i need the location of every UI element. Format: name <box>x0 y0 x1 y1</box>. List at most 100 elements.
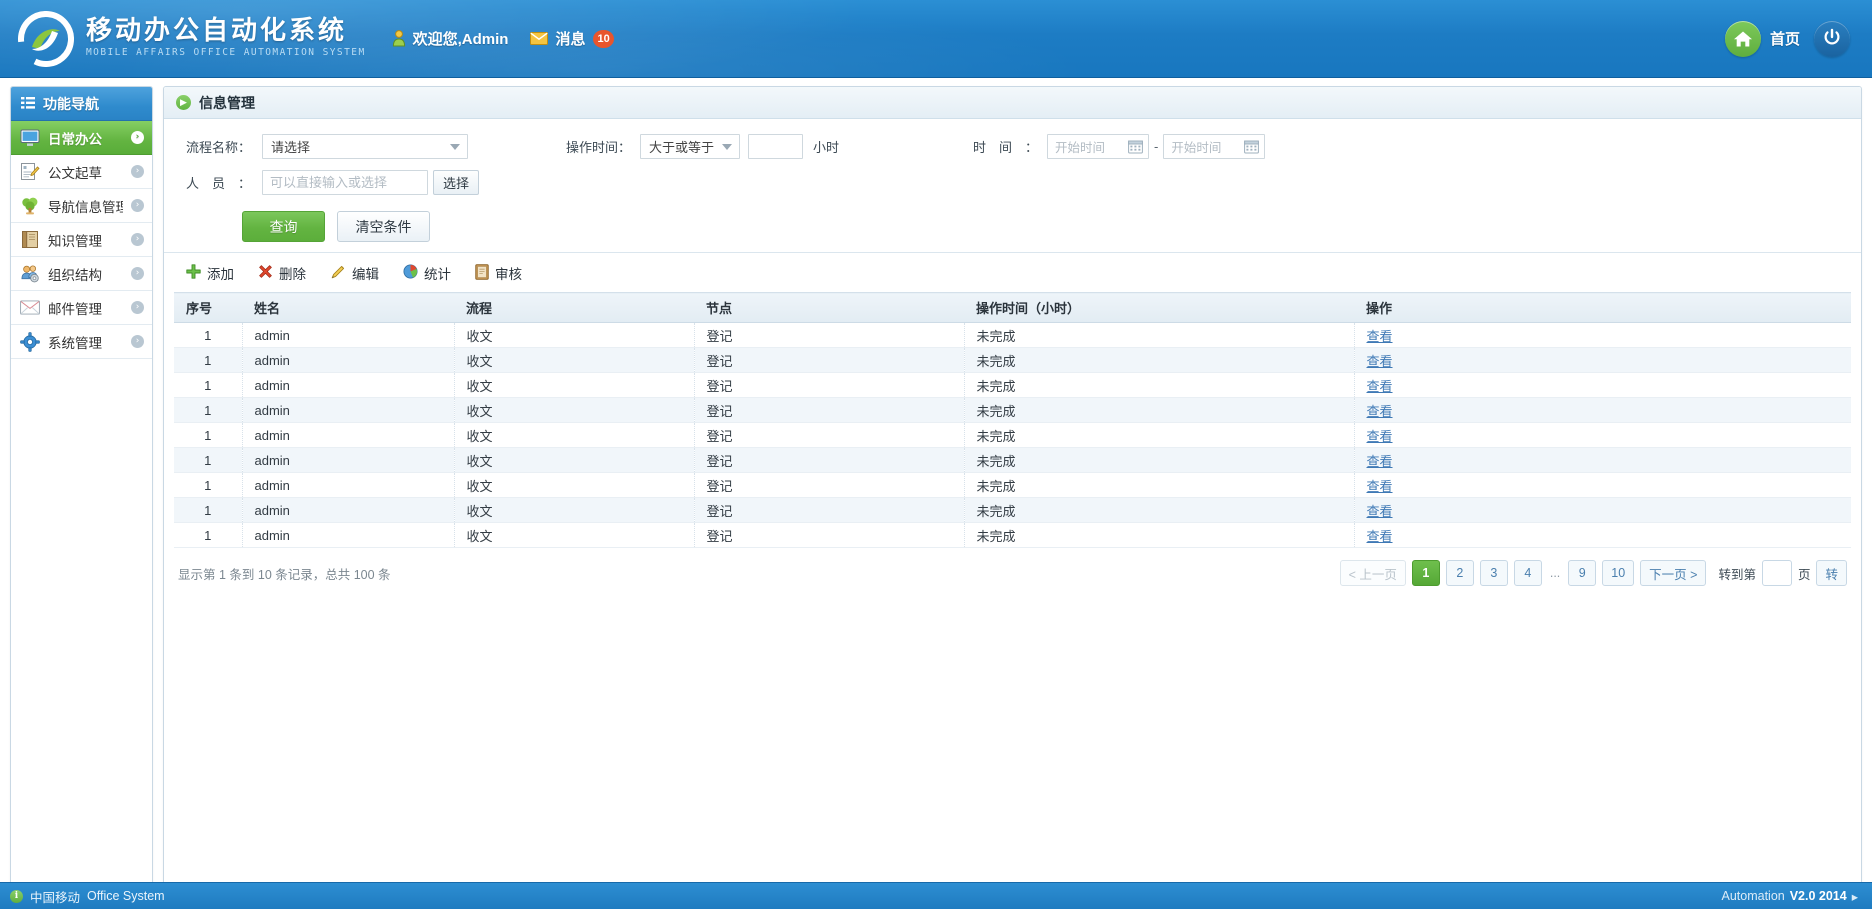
delete-button-label: 删除 <box>279 267 306 282</box>
delete-button[interactable]: 删除 <box>258 263 306 283</box>
cell-c-idx: 1 <box>174 372 243 398</box>
cell-c-idx: 1 <box>174 347 243 373</box>
sidebar-item-nav-info[interactable]: 导航信息管理 › <box>11 189 152 223</box>
filter-buttons: 查询 清空条件 <box>242 211 1839 242</box>
sidebar-item-document-draft[interactable]: 公文起草 › <box>11 155 152 189</box>
view-link[interactable]: 查看 <box>1367 429 1393 444</box>
home-button[interactable]: 首页 <box>1724 20 1800 57</box>
op-time-operator-select[interactable]: 大于或等于 <box>640 133 740 159</box>
person-select-button[interactable]: 选择 <box>433 169 480 195</box>
view-link[interactable]: 查看 <box>1367 329 1393 344</box>
flow-name-label: 流程名称： <box>186 139 252 155</box>
col-node: 节点 <box>694 292 964 323</box>
sidebar-item-label: 邮件管理 <box>48 301 102 317</box>
cell-c-name: admin <box>242 397 455 423</box>
app-footer: i 中国移动 Office System Automation V2.0 201… <box>0 882 1872 909</box>
cell-c-idx: 1 <box>174 322 243 348</box>
calendar-icon <box>1128 139 1143 157</box>
audit-button[interactable]: 审核 <box>475 263 522 283</box>
sidebar: 功能导航 日常办公 › 公文起草 › 导航信息管理 › 知识管理 › 组织结构 … <box>10 86 153 886</box>
view-link[interactable]: 查看 <box>1367 504 1393 519</box>
cell-c-node: 登记 <box>694 397 965 423</box>
cell-c-optime: 未完成 <box>964 397 1355 423</box>
table-row[interactable]: 1 admin 收文 登记 未完成 查看 <box>174 447 1851 473</box>
cell-c-flow: 收文 <box>454 447 695 473</box>
add-button[interactable]: 添加 <box>186 263 234 283</box>
table-row[interactable]: 1 admin 收文 登记 未完成 查看 <box>174 397 1851 423</box>
book-icon <box>20 230 40 250</box>
view-link[interactable]: 查看 <box>1367 379 1393 394</box>
chevron-right-icon: › <box>131 199 144 212</box>
op-time-value-input[interactable] <box>748 133 803 159</box>
time-start-placeholder: 开始时间 <box>1055 140 1106 155</box>
mail-icon <box>530 32 549 45</box>
content-panel: ▶ 信息管理 流程名称： 请选择 操作时间： 大于或等于 小时 时间： 开始时间… <box>163 86 1862 886</box>
cell-c-action: 查看 <box>1354 497 1851 523</box>
cell-c-name: admin <box>242 472 455 498</box>
view-link[interactable]: 查看 <box>1367 529 1393 544</box>
reset-button[interactable]: 清空条件 <box>337 211 430 242</box>
table-row[interactable]: 1 admin 收文 登记 未完成 查看 <box>174 322 1851 348</box>
goto-prefix-label: 转到第 <box>1718 567 1756 582</box>
table-row[interactable]: 1 admin 收文 登记 未完成 查看 <box>174 422 1851 448</box>
table-row[interactable]: 1 admin 收文 登记 未完成 查看 <box>174 347 1851 373</box>
page-title: 信息管理 <box>199 94 255 111</box>
table-row[interactable]: 1 admin 收文 登记 未完成 查看 <box>174 472 1851 498</box>
messages-link[interactable]: 消息 10 <box>530 28 614 49</box>
app-root: 移动办公自动化系统 MOBILE AFFAIRS OFFICE AUTOMATI… <box>0 0 1872 909</box>
chevron-right-icon: › <box>131 131 144 144</box>
footer-left: i 中国移动 Office System <box>10 887 165 906</box>
cell-c-idx: 1 <box>174 447 243 473</box>
table-row[interactable]: 1 admin 收文 登记 未完成 查看 <box>174 497 1851 523</box>
goto-page-input[interactable] <box>1761 560 1792 586</box>
sidebar-item-daily-office[interactable]: 日常办公 › <box>11 121 152 155</box>
cross-icon <box>258 264 273 282</box>
cell-c-node: 登记 <box>694 497 965 523</box>
view-link[interactable]: 查看 <box>1367 479 1393 494</box>
cell-c-optime: 未完成 <box>964 322 1355 348</box>
person-input[interactable] <box>262 169 428 195</box>
pagination-page-9[interactable]: 9 <box>1568 560 1597 586</box>
pagination: 显示第 1 条到 10 条记录，总共 100 条 < 上一页 1 2 3 4 .… <box>164 548 1861 596</box>
cell-c-optime: 未完成 <box>964 347 1355 373</box>
pagination-page-2[interactable]: 2 <box>1445 560 1474 586</box>
edit-button[interactable]: 编辑 <box>330 263 379 283</box>
pagination-next[interactable]: 下一页 > <box>1640 560 1707 586</box>
cell-c-optime: 未完成 <box>964 422 1355 448</box>
table-row[interactable]: 1 admin 收文 登记 未完成 查看 <box>174 372 1851 398</box>
time-end-input[interactable]: 开始时间 <box>1163 133 1266 159</box>
pagination-page-3[interactable]: 3 <box>1479 560 1508 586</box>
time-start-input[interactable]: 开始时间 <box>1047 133 1150 159</box>
pagination-page-10[interactable]: 10 <box>1602 560 1635 586</box>
chevron-right-icon: › <box>131 233 144 246</box>
plus-icon <box>186 264 201 282</box>
table-row[interactable]: 1 admin 收文 登记 未完成 查看 <box>174 522 1851 548</box>
page-title-bar: ▶ 信息管理 <box>164 87 1861 119</box>
logout-button[interactable] <box>1814 20 1850 57</box>
pagination-info: 显示第 1 条到 10 条记录，总共 100 条 <box>178 567 391 582</box>
flow-name-select[interactable]: 请选择 <box>262 133 468 159</box>
view-link[interactable]: 查看 <box>1367 354 1393 369</box>
brand-title-cn: 移动办公自动化系统 <box>86 14 348 45</box>
goto-page-button[interactable]: 转 <box>1816 560 1847 586</box>
col-name: 姓名 <box>242 292 454 323</box>
cell-c-flow: 收文 <box>454 472 695 498</box>
sidebar-item-org-structure[interactable]: 组织结构 › <box>11 257 152 291</box>
home-icon <box>1724 20 1761 57</box>
footer-system: Office System <box>87 889 165 903</box>
view-link[interactable]: 查看 <box>1367 404 1393 419</box>
statistics-button-label: 统计 <box>424 267 451 282</box>
cell-c-flow: 收文 <box>454 522 695 548</box>
sidebar-item-knowledge[interactable]: 知识管理 › <box>11 223 152 257</box>
search-button[interactable]: 查询 <box>242 211 325 242</box>
cell-c-node: 登记 <box>694 472 965 498</box>
statistics-button[interactable]: 统计 <box>403 263 451 283</box>
sidebar-item-mail[interactable]: 邮件管理 › <box>11 291 152 325</box>
pagination-prev[interactable]: < 上一页 <box>1339 560 1406 586</box>
pagination-page-1[interactable]: 1 <box>1411 560 1440 586</box>
sidebar-item-system[interactable]: 系统管理 › <box>11 325 152 359</box>
view-link[interactable]: 查看 <box>1367 454 1393 469</box>
cell-c-name: admin <box>242 372 455 398</box>
brand-title-en: MOBILE AFFAIRS OFFICE AUTOMATION SYSTEM <box>86 47 366 59</box>
pagination-page-4[interactable]: 4 <box>1513 560 1542 586</box>
